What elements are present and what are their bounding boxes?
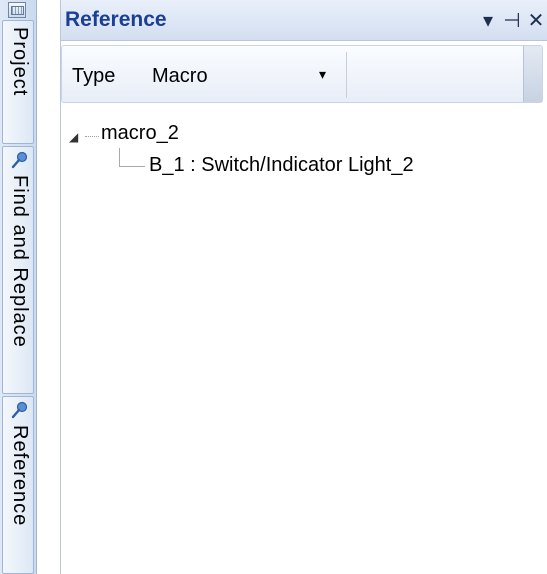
tab-find-and-replace-label: Find and Replace [9,175,31,348]
title-controls: ▾ ⊣ ✕ [476,6,547,34]
project-grid-icon[interactable] [8,2,26,18]
tab-project[interactable]: Project [2,20,34,144]
tree-node-reference-item[interactable]: B_1 : Switch/Indicator Light_2 [149,154,414,177]
reference-tree: ◢ macro_2 B_1 : Switch/Indicator Light_2 [61,112,547,574]
panel-title-bar: Reference ▾ ⊣ ✕ [61,0,547,41]
reference-window: Project Find and Replace Reference Refer… [0,0,547,574]
toolbar-overflow-button[interactable] [523,46,542,102]
tab-reference-label: Reference [9,425,31,527]
close-icon[interactable]: ✕ [524,8,547,32]
chevron-down-icon[interactable]: ▾ [476,8,500,32]
type-select-value: Macro [152,65,208,87]
side-tab-strip: Project Find and Replace Reference [0,0,37,574]
magnifier-icon [11,151,28,169]
collapse-triangle-icon[interactable]: ◢ [69,130,78,144]
chevron-down-icon: ▾ [318,66,326,82]
tab-project-label: Project [9,27,31,97]
panel-title: Reference [65,8,167,31]
type-select[interactable]: Macro ▾ [142,60,332,92]
tab-find-and-replace[interactable]: Find and Replace [2,146,34,394]
tree-connector [119,148,120,166]
magnifier-icon [11,401,28,419]
reference-toolbar: Type Macro ▾ [61,45,543,103]
type-label: Type [72,65,116,87]
reference-panel: Reference ▾ ⊣ ✕ Type Macro ▾ ◢ macro_2 B… [60,0,547,574]
tab-reference[interactable]: Reference [2,396,34,574]
tree-connector [85,136,99,137]
tree-node-macro[interactable]: macro_2 [101,122,179,145]
tree-connector [119,166,145,167]
toolbar-separator [346,52,347,98]
pin-icon[interactable]: ⊣ [500,8,524,32]
